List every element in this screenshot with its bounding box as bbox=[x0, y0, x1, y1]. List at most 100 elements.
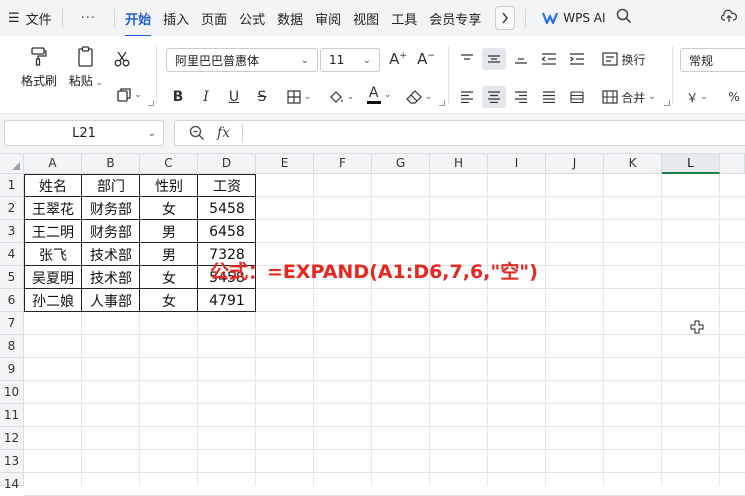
zoom-icon[interactable] bbox=[189, 125, 205, 141]
table-cell[interactable]: 人事部 bbox=[82, 289, 140, 312]
wps-ai-button[interactable]: WPS AI bbox=[542, 11, 606, 25]
row-header-9[interactable]: 9 bbox=[0, 358, 24, 381]
column-header-j[interactable]: J bbox=[546, 154, 604, 174]
select-all-button[interactable] bbox=[0, 154, 24, 174]
tab-home[interactable]: 开始 bbox=[119, 9, 157, 37]
table-cell[interactable]: 5458 bbox=[198, 197, 256, 220]
table-cell[interactable]: 王翠花 bbox=[24, 197, 82, 220]
more-options-button[interactable]: ··· bbox=[67, 11, 110, 26]
alignment-group-expand-icon[interactable] bbox=[664, 100, 670, 106]
font-size-select[interactable]: 11 ⌄ bbox=[320, 48, 380, 72]
column-header-c[interactable]: C bbox=[140, 154, 198, 174]
clipboard-group-expand-icon[interactable] bbox=[148, 100, 154, 106]
distributed-align-button[interactable] bbox=[566, 86, 588, 108]
file-menu[interactable]: ☰ 文件 bbox=[0, 9, 58, 28]
table-cell[interactable]: 技术部 bbox=[82, 243, 140, 266]
table-cell[interactable]: 女 bbox=[140, 289, 198, 312]
column-header-k[interactable]: K bbox=[604, 154, 662, 174]
row-header-1[interactable]: 1 bbox=[0, 174, 24, 197]
align-bottom-button[interactable] bbox=[510, 48, 532, 70]
table-cell[interactable]: 技术部 bbox=[82, 266, 140, 289]
row-header-2[interactable]: 2 bbox=[0, 197, 24, 220]
table-cell[interactable]: 男 bbox=[140, 220, 198, 243]
column-header-g[interactable]: G bbox=[372, 154, 430, 174]
search-button[interactable] bbox=[616, 8, 632, 28]
column-header-f[interactable]: F bbox=[314, 154, 372, 174]
table-cell[interactable]: 张飞 bbox=[24, 243, 82, 266]
merge-cells-button[interactable]: 合并 ⌄ bbox=[598, 86, 660, 108]
currency-format-button[interactable]: ￥ ⌄ bbox=[682, 86, 712, 108]
tab-review[interactable]: 审阅 bbox=[309, 9, 347, 28]
borders-button[interactable]: ⌄ bbox=[282, 86, 316, 108]
wrap-text-button[interactable]: 换行 bbox=[598, 48, 650, 70]
name-box[interactable]: L21 ⌄ bbox=[4, 120, 164, 146]
cloud-sync-button[interactable] bbox=[720, 9, 738, 27]
copy-button[interactable]: ⌄ bbox=[112, 84, 146, 106]
table-header-cell[interactable]: 部门 bbox=[82, 174, 140, 197]
tab-page[interactable]: 页面 bbox=[195, 9, 233, 28]
row-header-14[interactable]: 14 bbox=[0, 473, 24, 491]
insert-function-button[interactable]: fx bbox=[217, 125, 230, 141]
underline-button[interactable]: U bbox=[224, 86, 244, 108]
align-right-button[interactable] bbox=[510, 86, 532, 108]
table-header-cell[interactable]: 工资 bbox=[198, 174, 256, 197]
column-header-e[interactable]: E bbox=[256, 154, 314, 174]
increase-indent-button[interactable] bbox=[566, 48, 588, 70]
row-header-10[interactable]: 10 bbox=[0, 381, 24, 404]
strikethrough-button[interactable]: S bbox=[252, 86, 272, 108]
format-painter-button[interactable]: 格式刷 bbox=[14, 46, 64, 89]
column-header-d[interactable]: D bbox=[198, 154, 256, 174]
tab-member[interactable]: 会员专享 bbox=[423, 9, 487, 28]
tab-tools[interactable]: 工具 bbox=[385, 9, 423, 28]
tab-formula[interactable]: 公式 bbox=[233, 9, 271, 28]
cut-button[interactable] bbox=[110, 48, 134, 70]
row-header-8[interactable]: 8 bbox=[0, 335, 24, 358]
fill-color-button[interactable]: ⌄ bbox=[324, 86, 358, 108]
row-header-11[interactable]: 11 bbox=[0, 404, 24, 427]
align-center-button[interactable] bbox=[482, 86, 506, 108]
tabs-scroll-right-button[interactable] bbox=[495, 6, 516, 30]
column-header-l[interactable]: L bbox=[662, 154, 720, 174]
table-cell[interactable]: 女 bbox=[140, 266, 198, 289]
justify-button[interactable] bbox=[538, 86, 560, 108]
spreadsheet-grid[interactable]: A B C D E F G H I J K L 1 2 3 4 5 6 7 8 9 10 11 12 13 14 姓名 部门 性别 工资王… bbox=[0, 154, 745, 496]
row-header-7[interactable]: 7 bbox=[0, 312, 24, 335]
row-header-6[interactable]: 6 bbox=[0, 289, 24, 312]
italic-button[interactable]: I bbox=[196, 86, 216, 108]
column-header-b[interactable]: B bbox=[82, 154, 140, 174]
table-cell[interactable]: 6458 bbox=[198, 220, 256, 243]
decrease-font-size-button[interactable]: A− bbox=[414, 48, 438, 70]
row-header-3[interactable]: 3 bbox=[0, 220, 24, 243]
table-cell[interactable]: 王二明 bbox=[24, 220, 82, 243]
tab-insert[interactable]: 插入 bbox=[157, 9, 195, 28]
font-color-button[interactable]: A ⌄ bbox=[362, 84, 396, 106]
align-middle-button[interactable] bbox=[482, 48, 506, 70]
table-cell[interactable]: 财务部 bbox=[82, 197, 140, 220]
row-header-12[interactable]: 12 bbox=[0, 427, 24, 450]
percent-format-button[interactable]: % bbox=[724, 86, 744, 108]
decrease-indent-button[interactable] bbox=[538, 48, 560, 70]
font-name-select[interactable]: 阿里巴巴普惠体 ⌄ bbox=[166, 48, 318, 72]
tab-data[interactable]: 数据 bbox=[271, 9, 309, 28]
table-cell[interactable]: 吴夏明 bbox=[24, 266, 82, 289]
formula-input[interactable]: fx bbox=[174, 120, 745, 146]
table-cell[interactable]: 孙二娘 bbox=[24, 289, 82, 312]
align-left-button[interactable] bbox=[456, 86, 478, 108]
table-header-cell[interactable]: 姓名 bbox=[24, 174, 82, 197]
increase-font-size-button[interactable]: A+ bbox=[386, 48, 410, 70]
column-header-i[interactable]: I bbox=[488, 154, 546, 174]
clear-format-button[interactable]: ⌄ bbox=[402, 86, 436, 108]
row-header-13[interactable]: 13 bbox=[0, 450, 24, 473]
column-header-h[interactable]: H bbox=[430, 154, 488, 174]
table-header-cell[interactable]: 性别 bbox=[140, 174, 198, 197]
row-header-5[interactable]: 5 bbox=[0, 266, 24, 289]
column-header-a[interactable]: A bbox=[24, 154, 82, 174]
table-cell[interactable]: 女 bbox=[140, 197, 198, 220]
bold-button[interactable]: B bbox=[168, 86, 188, 108]
table-cell[interactable]: 财务部 bbox=[82, 220, 140, 243]
table-cell[interactable]: 4791 bbox=[198, 289, 256, 312]
align-top-button[interactable] bbox=[456, 48, 478, 70]
row-header-4[interactable]: 4 bbox=[0, 243, 24, 266]
number-format-select[interactable]: 常规 bbox=[680, 48, 745, 72]
table-cell[interactable]: 男 bbox=[140, 243, 198, 266]
